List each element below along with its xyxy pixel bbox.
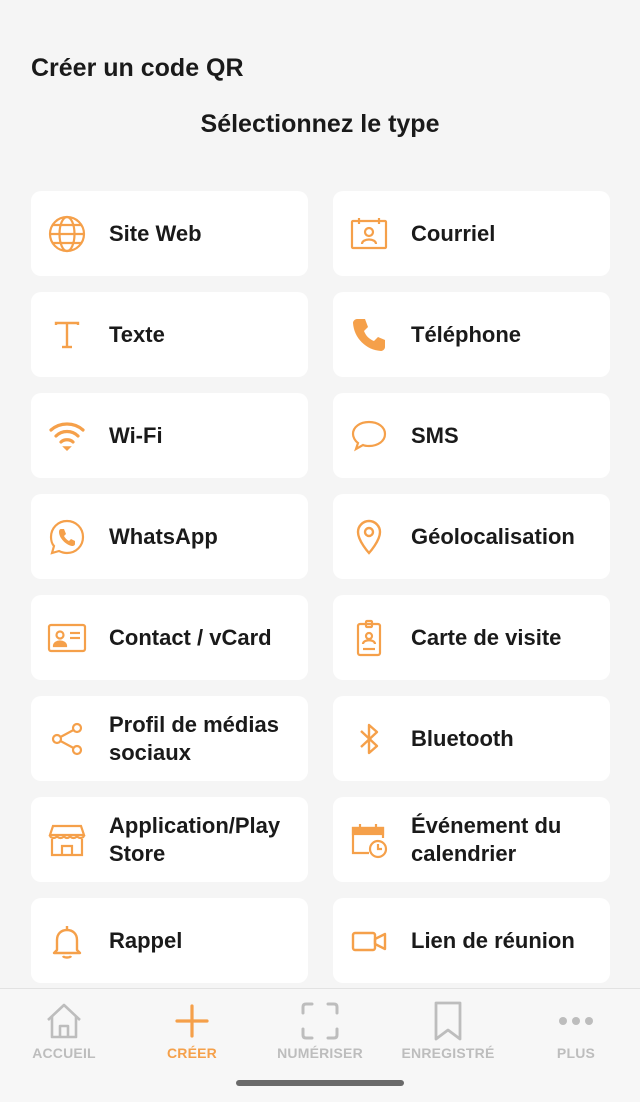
whatsapp-icon xyxy=(45,515,89,559)
type-card-courriel[interactable]: Courriel xyxy=(333,191,610,276)
home-indicator[interactable] xyxy=(236,1080,404,1086)
text-icon xyxy=(45,313,89,357)
nav-label: CRÉER xyxy=(166,1045,217,1061)
wifi-icon xyxy=(45,414,89,458)
type-label: Géolocalisation xyxy=(411,523,575,549)
share-icon xyxy=(45,717,89,761)
type-label: Texte xyxy=(109,321,165,347)
type-label: SMS xyxy=(411,422,459,448)
calendar-icon xyxy=(347,818,391,862)
type-card-whatsapp[interactable]: WhatsApp xyxy=(31,494,308,579)
bell-icon xyxy=(45,919,89,963)
type-card-wifi[interactable]: Wi-Fi xyxy=(31,393,308,478)
type-label: Application/Play Store xyxy=(109,812,281,866)
nav-label: ACCUEIL xyxy=(32,1045,96,1061)
type-label: Carte de visite xyxy=(411,624,562,650)
type-card-evenement-calendrier[interactable]: Événement du calendrier xyxy=(333,797,610,882)
globe-icon xyxy=(45,212,89,256)
type-card-application-play-store[interactable]: Application/Play Store xyxy=(31,797,308,882)
badge-icon xyxy=(347,616,391,660)
type-label: Lien de réunion xyxy=(411,927,575,953)
type-label: Profil de médias sociaux xyxy=(109,711,279,765)
type-label: Contact / vCard xyxy=(109,624,272,650)
type-card-rappel[interactable]: Rappel xyxy=(31,898,308,983)
type-card-bluetooth[interactable]: Bluetooth xyxy=(333,696,610,781)
store-icon xyxy=(45,818,89,862)
type-label: Courriel xyxy=(411,220,496,246)
type-label: Bluetooth xyxy=(411,725,514,751)
section-title: Sélectionnez le type xyxy=(200,110,440,138)
home-icon xyxy=(43,999,85,1043)
location-pin-icon xyxy=(347,515,391,559)
nav-label: NUMÉRISER xyxy=(277,1045,363,1061)
type-card-texte[interactable]: Texte xyxy=(31,292,308,377)
type-grid: Site Web Courriel Texte Téléphone Wi-Fi … xyxy=(31,191,610,983)
plus-icon xyxy=(171,999,213,1043)
type-label: Événement du calendrier xyxy=(411,812,562,866)
type-label: Téléphone xyxy=(411,321,522,347)
type-card-geolocalisation[interactable]: Géolocalisation xyxy=(333,494,610,579)
type-card-telephone[interactable]: Téléphone xyxy=(333,292,610,377)
type-label: Wi-Fi xyxy=(109,422,163,448)
email-icon xyxy=(347,212,391,256)
app-title: Créer un code QR xyxy=(31,54,244,82)
type-label: WhatsApp xyxy=(109,523,218,549)
nav-item-accueil[interactable]: ACCUEIL xyxy=(0,989,128,1069)
nav-item-plus[interactable]: PLUS xyxy=(512,989,640,1069)
nav-item-enregistre[interactable]: ENREGISTRÉ xyxy=(384,989,512,1069)
bluetooth-icon xyxy=(347,717,391,761)
nav-item-numeriser[interactable]: NUMÉRISER xyxy=(256,989,384,1069)
more-icon xyxy=(555,999,597,1043)
type-card-site-web[interactable]: Site Web xyxy=(31,191,308,276)
scan-icon xyxy=(299,999,341,1043)
type-card-carte-de-visite[interactable]: Carte de visite xyxy=(333,595,610,680)
type-label: Rappel xyxy=(109,927,183,953)
nav-item-creer[interactable]: CRÉER xyxy=(128,989,256,1069)
bookmark-icon xyxy=(427,999,469,1043)
video-camera-icon xyxy=(347,919,391,963)
nav-label: PLUS xyxy=(556,1045,596,1061)
type-label: Site Web xyxy=(109,220,202,246)
type-card-sms[interactable]: SMS xyxy=(333,393,610,478)
contact-card-icon xyxy=(45,616,89,660)
type-card-contact-vcard[interactable]: Contact / vCard xyxy=(31,595,308,680)
phone-icon xyxy=(347,313,391,357)
type-card-profil-medias-sociaux[interactable]: Profil de médias sociaux xyxy=(31,696,308,781)
sms-icon xyxy=(347,414,391,458)
nav-label: ENREGISTRÉ xyxy=(401,1045,495,1061)
type-card-lien-reunion[interactable]: Lien de réunion xyxy=(333,898,610,983)
